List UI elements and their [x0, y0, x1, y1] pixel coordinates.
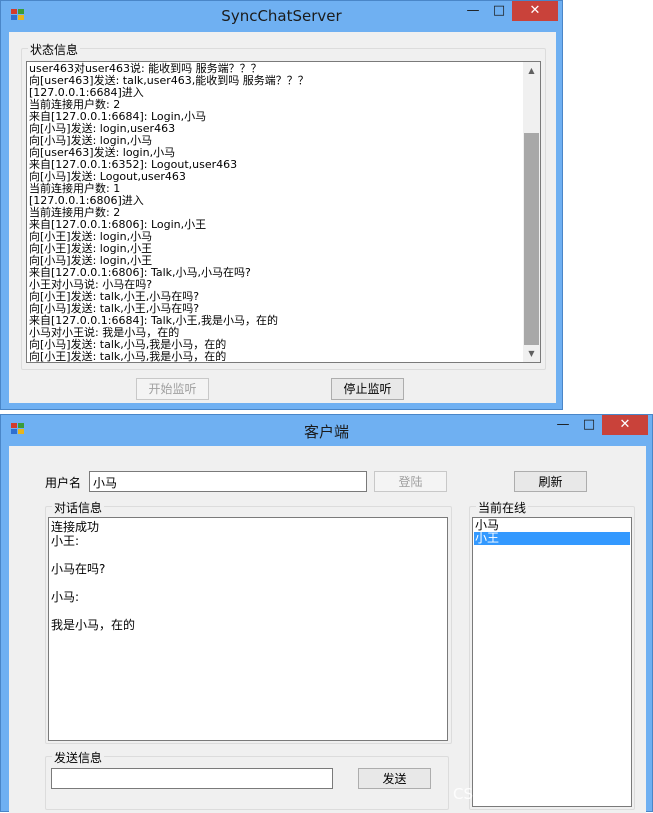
chat-line: ​ [51, 604, 135, 618]
dialog-box[interactable]: 连接成功小王:​小马在吗?​小马:​我是小马，在的 [48, 517, 448, 741]
minimize-icon[interactable]: — [551, 415, 575, 435]
username-label: 用户名 [45, 476, 82, 490]
client-area: 用户名 小马 登陆 刷新 对话信息 连接成功小王:​小马在吗?​小马:​我是小马… [9, 446, 646, 813]
online-user-item[interactable]: 小王 [474, 532, 630, 545]
online-group-label: 当前在线 [476, 499, 529, 516]
stop-listen-button[interactable]: 停止监听 [331, 378, 404, 400]
chat-line: 连接成功 [51, 520, 100, 534]
chat-line: 小马在吗? [51, 562, 106, 576]
online-group: 当前在线 小马 小王 [469, 499, 635, 810]
status-log-scrollbar[interactable]: ▲ ▼ [523, 62, 540, 362]
client-window: 客户端 — □ ✕ 用户名 小马 登陆 刷新 对话信息 连接成功小王:​小马在吗… [0, 414, 653, 813]
chat-line: 小王: [51, 534, 80, 548]
status-group: 状态信息 user463对user463说: 能收到吗 服务端？？？ 向[user… [21, 41, 546, 370]
send-input[interactable] [51, 768, 333, 789]
scroll-down-icon[interactable]: ▼ [523, 345, 540, 362]
username-value: 小马 [93, 476, 118, 490]
maximize-icon[interactable]: □ [487, 1, 511, 21]
username-input[interactable]: 小马 [89, 471, 367, 492]
dialog-group: 对话信息 连接成功小王:​小马在吗?​小马:​我是小马，在的 [45, 499, 452, 744]
start-listen-button[interactable]: 开始监听 [136, 378, 209, 400]
dialog-content: 连接成功小王:​小马在吗?​小马:​我是小马，在的 [51, 520, 135, 632]
login-button[interactable]: 登陆 [374, 471, 447, 492]
refresh-button[interactable]: 刷新 [514, 471, 587, 492]
send-group: 发送信息 发送 [45, 749, 449, 810]
server-client-area: 状态信息 user463对user463说: 能收到吗 服务端？？？ 向[user… [9, 32, 556, 403]
chat-line: ​ [51, 576, 135, 590]
server-titlebar[interactable]: SyncChatServer — □ ✕ [1, 1, 562, 31]
server-window: SyncChatServer — □ ✕ 状态信息 user463对user46… [0, 0, 563, 410]
online-list[interactable]: 小马 小王 [472, 517, 632, 807]
send-group-label: 发送信息 [52, 749, 105, 766]
status-group-label: 状态信息 [28, 41, 81, 58]
client-titlebar[interactable]: 客户端 — □ ✕ [1, 415, 652, 445]
log-line: 向[小王]发送: talk,小马,我是小马，在的 [29, 350, 227, 363]
dialog-group-label: 对话信息 [52, 499, 105, 516]
maximize-icon[interactable]: □ [577, 415, 601, 435]
scroll-up-icon[interactable]: ▲ [523, 62, 540, 79]
status-log[interactable]: user463对user463说: 能收到吗 服务端？？？ 向[user463]发… [26, 61, 541, 363]
chat-line: 小马: [51, 590, 80, 604]
chat-line: 我是小马，在的 [51, 618, 136, 632]
minimize-icon[interactable]: — [461, 1, 485, 21]
watermark: CSDN @m0_65661662 [453, 785, 624, 803]
chat-line: ​ [51, 548, 135, 562]
status-log-content: user463对user463说: 能收到吗 服务端？？？ 向[user463]发… [29, 63, 309, 363]
send-button[interactable]: 发送 [358, 768, 431, 789]
close-icon[interactable]: ✕ [512, 1, 558, 21]
scroll-thumb[interactable] [524, 133, 539, 345]
close-icon[interactable]: ✕ [602, 415, 648, 435]
